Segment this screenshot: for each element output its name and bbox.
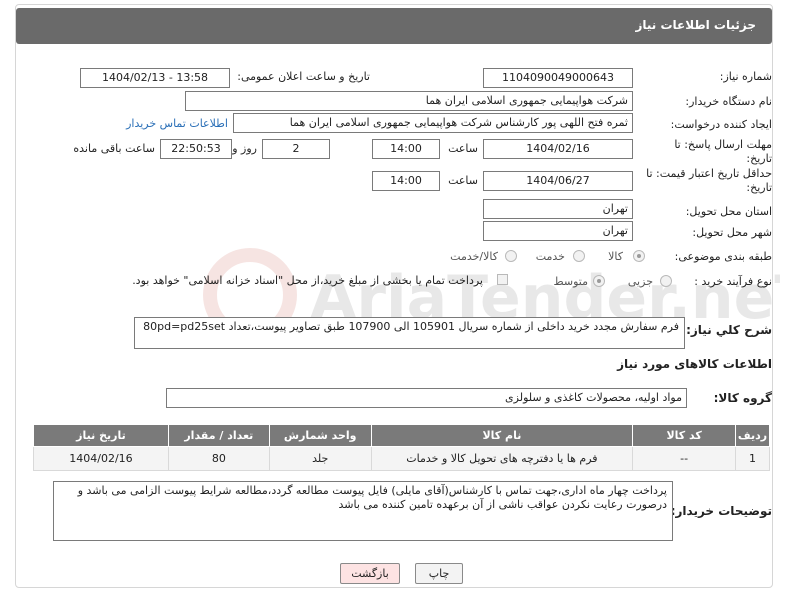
- goods-table-header: ردیف کد کالا نام کالا واحد شمارش تعداد /…: [33, 424, 770, 447]
- process-medium-radio[interactable]: [593, 275, 605, 287]
- general-desc-label: شرح کلي نياز:: [686, 323, 772, 337]
- category-goods-service-option: کالا/خدمت: [450, 250, 498, 263]
- buyer-notes-textarea[interactable]: پرداخت چهار ماه اداری،جهت تماس با کارشنا…: [53, 481, 673, 541]
- remaining-time-label: ساعت باقی مانده: [73, 142, 155, 155]
- col-item-name: نام کالا: [370, 424, 634, 447]
- general-desc-textarea[interactable]: فرم سفارش مجدد خرید داخلی از شماره سریال…: [134, 317, 685, 349]
- reply-time-field: 14:00: [372, 139, 440, 159]
- delivery-city-label: شهر محل تحویل:: [692, 226, 772, 239]
- col-quantity: تعداد / مقدار: [167, 424, 270, 447]
- delivery-city-field: تهران: [483, 221, 633, 241]
- reply-date-field: 1404/02/16: [483, 139, 633, 159]
- requester-label: ایجاد کننده درخواست:: [670, 118, 772, 131]
- col-unit: واحد شمارش: [268, 424, 372, 447]
- goods-table: ردیف کد کالا نام کالا واحد شمارش تعداد /…: [33, 424, 770, 471]
- col-row-number: ردیف: [735, 424, 770, 447]
- col-need-date: تاریخ نیاز: [33, 424, 169, 447]
- treasury-payment-checkbox[interactable]: [497, 274, 508, 285]
- goods-group-label: گروه کالا:: [713, 391, 772, 405]
- print-button[interactable]: چاپ: [415, 563, 463, 584]
- min-validity-label: حداقل تاریخ اعتبار قیمت: تا تاریخ:: [646, 167, 772, 194]
- process-medium-option: متوسط: [553, 275, 588, 288]
- cell-quantity: 80: [167, 446, 270, 471]
- general-desc-text: فرم سفارش مجدد خرید داخلی از شماره سریال…: [143, 320, 679, 333]
- col-item-code: کد کالا: [632, 424, 737, 447]
- buyer-org-label: نام دستگاه خریدار:: [685, 95, 772, 108]
- cell-item-code: --: [632, 446, 737, 471]
- buyer-notes-text: پرداخت چهار ماه اداری،جهت تماس با کارشنا…: [77, 484, 667, 511]
- category-goods-service-radio[interactable]: [505, 250, 517, 262]
- buyer-contact-link[interactable]: اطلاعات تماس خریدار: [126, 117, 228, 130]
- category-goods-option: کالا: [608, 250, 623, 263]
- cell-need-date: 1404/02/16: [33, 446, 169, 471]
- need-number-label: شماره نیاز:: [719, 70, 772, 83]
- goods-group-field: مواد اولیه، محصولات کاغذی و سلولزی: [166, 388, 687, 408]
- process-minor-radio[interactable]: [660, 275, 672, 287]
- process-minor-option: جزیی: [627, 275, 653, 288]
- delivery-province-field: تهران: [483, 199, 633, 219]
- delivery-province-label: استان محل تحویل:: [685, 205, 772, 218]
- cell-item-name: فرم ها یا دفترچه های تحویل کالا و خدمات: [370, 446, 634, 471]
- reply-deadline-label: مهلت ارسال پاسخ: تا تاریخ:: [674, 138, 772, 165]
- cell-unit: جلد: [268, 446, 372, 471]
- validity-time-label: ساعت: [448, 174, 478, 187]
- purchase-process-label: نوع فرآیند خرید :: [694, 275, 772, 288]
- cell-row-number: 1: [735, 446, 770, 471]
- panel-header: جزئیات اطلاعات نیاز: [16, 8, 772, 44]
- category-service-radio[interactable]: [573, 250, 585, 262]
- table-row: 1 -- فرم ها یا دفترچه های تحویل کالا و خ…: [33, 446, 770, 471]
- goods-info-heading: اطلاعات کالاهای مورد نیاز: [617, 357, 772, 371]
- category-service-option: خدمت: [535, 250, 565, 263]
- buyer-notes-label: توضیحات خریدار:: [670, 504, 772, 518]
- category-label: طبقه بندی موضوعی:: [674, 250, 772, 263]
- treasury-payment-note: پرداخت تمام یا بخشی از مبلغ خرید،از محل …: [132, 274, 483, 287]
- category-goods-radio[interactable]: [633, 250, 645, 262]
- reply-time-label: ساعت: [448, 142, 478, 155]
- buyer-org-field: شرکت هواپیمایی جمهوری اسلامی ایران هما: [185, 91, 633, 111]
- reply-days-field: 2: [262, 139, 330, 159]
- announce-datetime-label: تاریخ و ساعت اعلان عمومی:: [237, 70, 370, 83]
- panel-title: جزئیات اطلاعات نیاز: [635, 18, 756, 32]
- back-button[interactable]: بازگشت: [340, 563, 400, 584]
- need-number-field: 1104090049000643: [483, 68, 633, 88]
- requester-field: ثمره فتح اللهی پور کارشناس شرکت هواپیمای…: [233, 113, 633, 133]
- days-and-label: روز و: [232, 142, 257, 155]
- announce-datetime-field: 1404/02/13 - 13:58: [80, 68, 230, 88]
- validity-time-field: 14:00: [372, 171, 440, 191]
- validity-date-field: 1404/06/27: [483, 171, 633, 191]
- remaining-time-field: 22:50:53: [160, 139, 232, 159]
